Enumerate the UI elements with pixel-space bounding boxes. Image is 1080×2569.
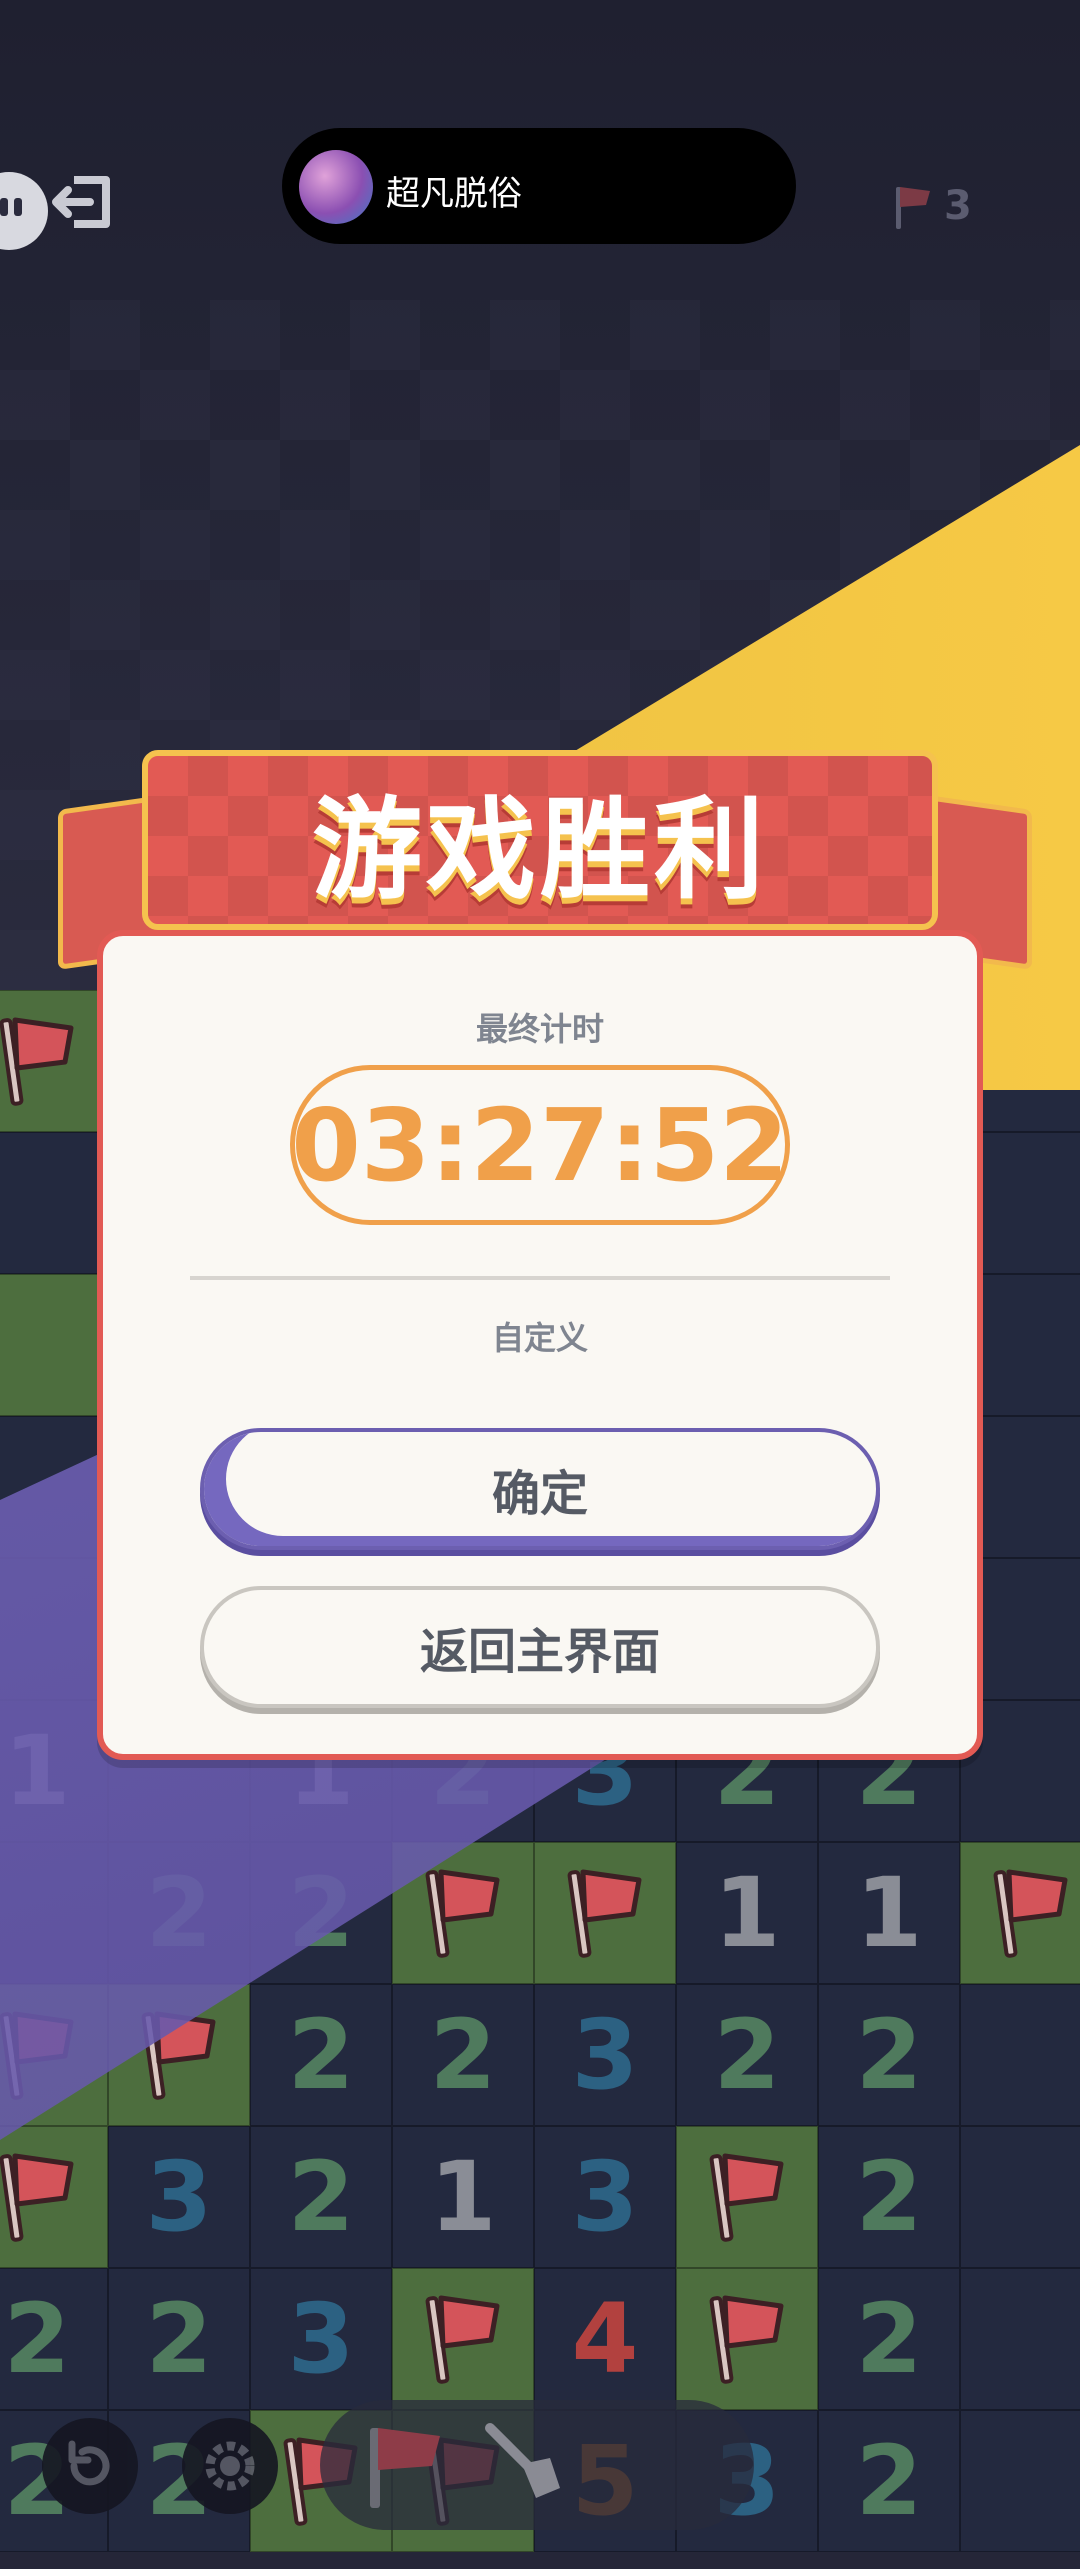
cell-number: 1 <box>429 2141 497 2253</box>
cell-number: 2 <box>287 2141 355 2253</box>
tool-selector[interactable] <box>320 2400 754 2530</box>
grid-cell[interactable]: 2 <box>108 2268 250 2410</box>
cell-number: 3 <box>287 2283 355 2395</box>
grid-cell[interactable]: 3 <box>250 2268 392 2410</box>
flag-marker-icon <box>993 1869 1068 1958</box>
flag-counter: 3 <box>890 178 972 234</box>
grid-cell[interactable]: 2 <box>818 2268 960 2410</box>
cell-number: 2 <box>287 1999 355 2111</box>
divider <box>190 1276 890 1280</box>
exit-icon[interactable] <box>52 172 116 232</box>
final-time-label: 最终计时 <box>475 1010 604 1048</box>
grid-cell[interactable]: 2 <box>818 1984 960 2126</box>
grid-cell[interactable] <box>676 2126 818 2268</box>
cell-number: 2 <box>855 2141 923 2253</box>
game-scene: 2222222222222221112112322221122322321322… <box>0 0 1080 2569</box>
grid-cell[interactable] <box>960 2126 1080 2268</box>
cell-number: 1 <box>713 1857 781 1969</box>
settings-icon <box>205 2441 255 2491</box>
player-chip[interactable]: 超凡脱俗 <box>282 128 796 244</box>
cell-number: 2 <box>855 2283 923 2395</box>
grid-cell[interactable]: 3 <box>108 2126 250 2268</box>
flag-marker-icon <box>709 2295 784 2384</box>
grid-cell[interactable]: 2 <box>0 2268 108 2410</box>
flag-marker-icon <box>709 2153 784 2242</box>
shovel-icon[interactable] <box>470 2408 590 2518</box>
restart-icon <box>68 2440 110 2486</box>
victory-title: 游戏胜利 <box>312 786 768 914</box>
flag-marker-icon <box>567 1869 642 1958</box>
grid-cell[interactable]: 2 <box>676 1984 818 2126</box>
grid-cell[interactable] <box>960 1842 1080 1984</box>
grid-cell[interactable] <box>676 2268 818 2410</box>
cell-number: 2 <box>429 1999 497 2111</box>
grid-cell[interactable]: 2 <box>818 2410 960 2552</box>
grid-cell[interactable] <box>534 1842 676 1984</box>
flag-marker-icon <box>0 2153 74 2242</box>
grid-cell[interactable]: 3 <box>534 1984 676 2126</box>
flag-marker-icon <box>425 1869 500 1958</box>
grid-cell[interactable]: 4 <box>534 2268 676 2410</box>
cell-number: 3 <box>571 2141 639 2253</box>
settings-button[interactable] <box>182 2418 278 2514</box>
flag-count: 3 <box>944 183 972 229</box>
return-home-button[interactable]: 返回主界面 <box>200 1586 880 1708</box>
grid-cell[interactable] <box>0 1132 108 1274</box>
cell-number: 3 <box>145 2141 213 2253</box>
cell-number: 2 <box>145 2283 213 2395</box>
cell-number: 2 <box>3 2283 71 2395</box>
grid-cell[interactable]: 2 <box>818 2126 960 2268</box>
grid-cell[interactable] <box>960 1984 1080 2126</box>
grid-cell[interactable]: 1 <box>676 1842 818 1984</box>
cell-number: 4 <box>571 2283 639 2395</box>
grid-cell[interactable] <box>392 2268 534 2410</box>
grid-cell[interactable]: 2 <box>250 2126 392 2268</box>
cell-number: 3 <box>571 1999 639 2111</box>
grid-cell[interactable] <box>960 2410 1080 2552</box>
player-avatar <box>299 150 373 224</box>
cell-number: 2 <box>855 2425 923 2537</box>
grid-cell[interactable]: 3 <box>534 2126 676 2268</box>
victory-banner: 游戏胜利 <box>142 750 938 930</box>
cell-number: 1 <box>855 1857 923 1969</box>
confirm-button[interactable]: 确定 <box>200 1428 880 1550</box>
grid-cell[interactable]: 2 <box>392 1984 534 2126</box>
grid-cell[interactable]: 1 <box>392 2126 534 2268</box>
grid-cell[interactable]: 1 <box>818 1842 960 1984</box>
flag-marker-icon <box>425 2295 500 2384</box>
grid-cell[interactable] <box>960 2268 1080 2410</box>
restart-button[interactable] <box>42 2418 138 2514</box>
cell-number: 2 <box>713 1999 781 2111</box>
grid-cell[interactable]: 2 <box>250 1984 392 2126</box>
difficulty-mode-label: 自定义 <box>491 1319 588 1357</box>
final-time-value: 03:27:52 <box>290 1065 790 1225</box>
player-name: 超凡脱俗 <box>386 174 522 214</box>
grid-cell[interactable] <box>0 2126 108 2268</box>
flag-icon <box>896 187 930 229</box>
cell-number: 2 <box>855 1999 923 2111</box>
